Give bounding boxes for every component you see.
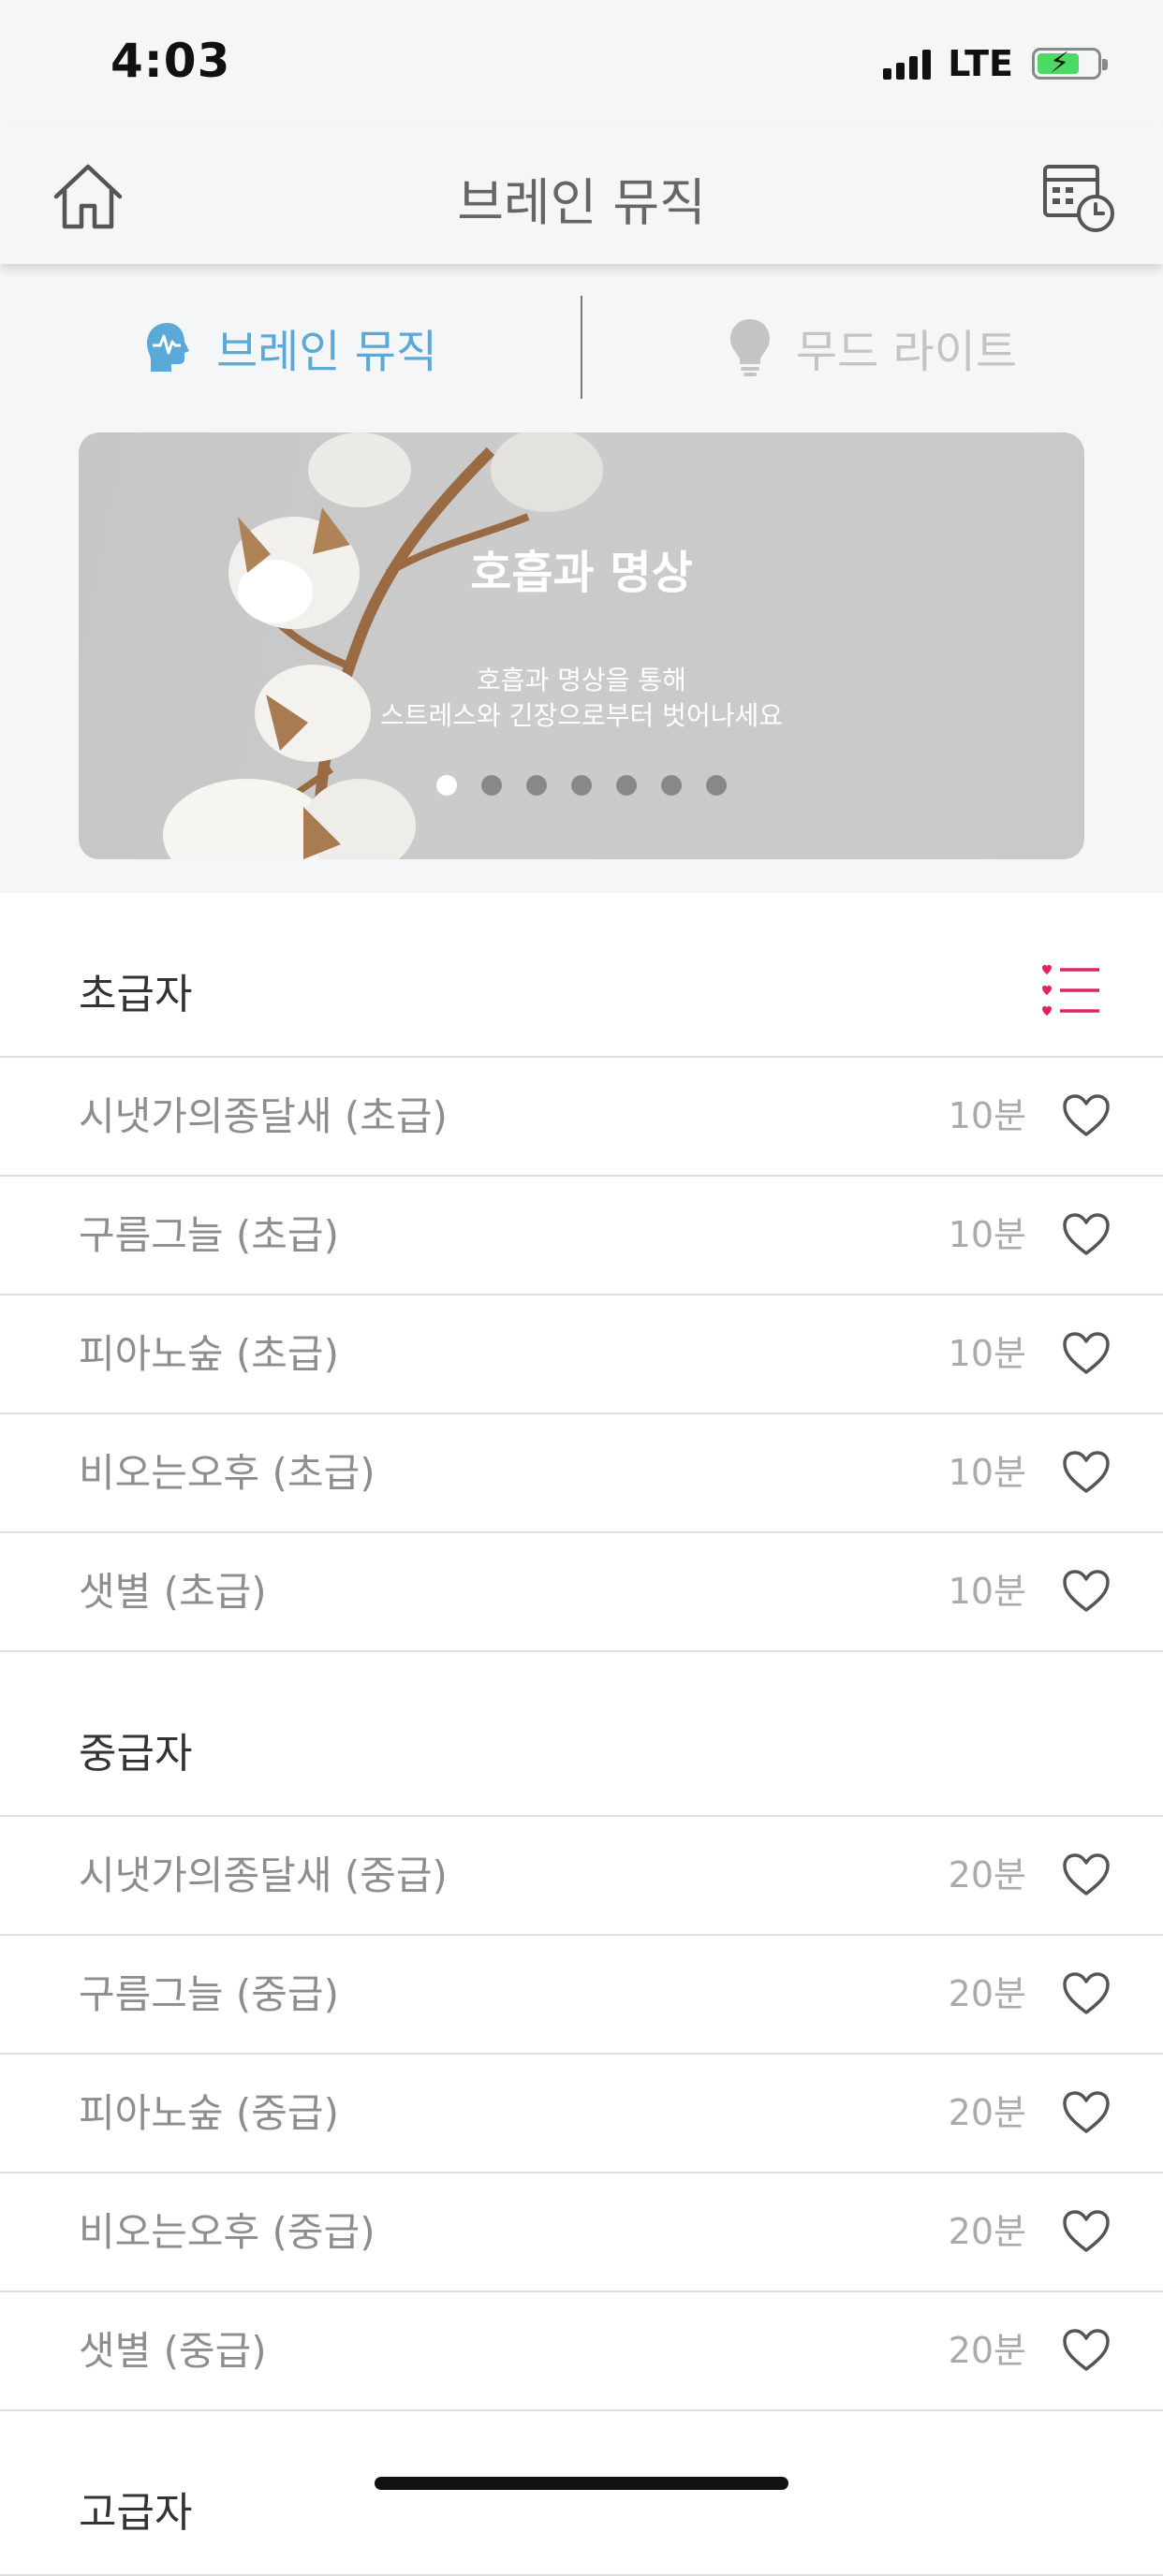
list-item[interactable]: 피아노숲 (중급) 20분: [0, 2055, 1163, 2174]
charging-icon: ⚡: [1050, 47, 1070, 80]
section-header: 초급자: [0, 893, 1163, 1058]
section-title: 고급자: [79, 2489, 193, 2537]
banner-subtitle: 호흡과 명상을 통해 스트레스와 긴장으로부터 벗어나세요: [79, 663, 1084, 734]
page-title: 브레인 뮤직: [457, 173, 706, 232]
carousel-page-indicator[interactable]: [79, 775, 1084, 796]
track-duration: 20분: [948, 1973, 1026, 2014]
tab-mood-light[interactable]: 무드 라이트: [582, 296, 1163, 399]
carousel-dot[interactable]: [706, 775, 727, 796]
banner-subtitle-line1: 호흡과 명상을 통해: [477, 665, 686, 695]
heart-icon[interactable]: [1062, 2209, 1111, 2254]
status-bar: 4:03 LTE ⚡: [0, 0, 1163, 127]
carousel-dot[interactable]: [526, 775, 547, 796]
tab-mood-light-label: 무드 라이트: [795, 326, 1018, 378]
top-area: 브레인 뮤직 무드 라이트 호흡과 명상 호흡과 명상을 통해 스트레스와 긴장…: [0, 264, 1163, 893]
heart-icon[interactable]: [1062, 1852, 1111, 1897]
list-item[interactable]: 시냇가의종달새 (초급) 10분: [0, 1058, 1163, 1177]
network-type: LTE: [948, 43, 1013, 84]
track-duration: 10분: [948, 1095, 1026, 1136]
banner-subtitle-line2: 스트레스와 긴장으로부터 벗어나세요: [380, 700, 783, 731]
carousel-dot[interactable]: [661, 775, 682, 796]
banner-title: 호흡과 명상: [470, 547, 693, 599]
list-item[interactable]: 피아노숲 (초급) 10분: [0, 1295, 1163, 1414]
track-duration: 10분: [948, 1214, 1026, 1255]
track-title: 샛별 (중급): [79, 2328, 267, 2374]
track-title: 피아노숲 (초급): [79, 1331, 339, 1377]
home-indicator[interactable]: [375, 2477, 788, 2490]
carousel-dot[interactable]: [436, 775, 457, 796]
track-duration: 20분: [948, 2092, 1026, 2133]
track-duration: 10분: [948, 1571, 1026, 1612]
list-item[interactable]: 비오는오후 (초급) 10분: [0, 1414, 1163, 1533]
track-title: 구름그늘 (초급): [79, 1212, 339, 1258]
tab-brain-music-label: 브레인 뮤직: [215, 326, 438, 378]
heart-icon[interactable]: [1062, 1212, 1111, 1257]
carousel-dot[interactable]: [481, 775, 502, 796]
heart-icon[interactable]: [1062, 1093, 1111, 1138]
carousel-dot[interactable]: [571, 775, 592, 796]
battery-icon: ⚡: [1032, 47, 1108, 80]
section-title: 중급자: [79, 1730, 193, 1778]
carousel-dot[interactable]: [616, 775, 637, 796]
status-time: 4:03: [110, 34, 231, 88]
list-item[interactable]: 샛별 (초급) 10분: [0, 1533, 1163, 1652]
banner-carousel[interactable]: 호흡과 명상 호흡과 명상을 통해 스트레스와 긴장으로부터 벗어나세요: [79, 432, 1084, 859]
signal-icon: [883, 48, 932, 80]
battery-nub: [1102, 59, 1108, 70]
track-title: 시냇가의종달새 (초급): [79, 1093, 448, 1139]
calendar-clock-icon[interactable]: [1041, 159, 1116, 234]
brain-icon: [146, 323, 189, 372]
list-item[interactable]: 샛별 (중급) 20분: [0, 2292, 1163, 2411]
heart-icon[interactable]: [1062, 1450, 1111, 1495]
heart-icon[interactable]: [1062, 2090, 1111, 2135]
section-header: 고급자: [0, 2411, 1163, 2576]
section-title: 초급자: [79, 971, 193, 1018]
track-title: 피아노숲 (중급): [79, 2090, 339, 2136]
lightbulb-icon: [729, 319, 770, 376]
track-title: 비오는오후 (초급): [79, 1450, 375, 1496]
favorite-list-icon[interactable]: [1039, 962, 1101, 1020]
track-duration: 20분: [948, 2211, 1026, 2252]
track-duration: 20분: [948, 2330, 1026, 2371]
track-duration: 10분: [948, 1452, 1026, 1493]
track-duration: 10분: [948, 1333, 1026, 1374]
list-item[interactable]: 비오는오후 (중급) 20분: [0, 2174, 1163, 2292]
heart-icon[interactable]: [1062, 2328, 1111, 2373]
list-item[interactable]: 시냇가의종달새 (중급) 20분: [0, 1817, 1163, 1936]
track-duration: 20분: [948, 1854, 1026, 1895]
heart-icon[interactable]: [1062, 1971, 1111, 2016]
section-header: 중급자: [0, 1652, 1163, 1817]
status-indicators: LTE ⚡: [883, 43, 1108, 84]
nav-bar: 브레인 뮤직: [0, 127, 1163, 264]
track-title: 샛별 (초급): [79, 1569, 267, 1615]
heart-icon[interactable]: [1062, 1569, 1111, 1614]
list-item[interactable]: 구름그늘 (초급) 10분: [0, 1177, 1163, 1295]
tab-brain-music[interactable]: 브레인 뮤직: [0, 296, 581, 399]
list-item[interactable]: 구름그늘 (중급) 20분: [0, 1936, 1163, 2055]
track-title: 시냇가의종달새 (중급): [79, 1852, 448, 1898]
heart-icon[interactable]: [1062, 1331, 1111, 1376]
track-title: 구름그늘 (중급): [79, 1971, 339, 2017]
track-title: 비오는오후 (중급): [79, 2209, 375, 2255]
